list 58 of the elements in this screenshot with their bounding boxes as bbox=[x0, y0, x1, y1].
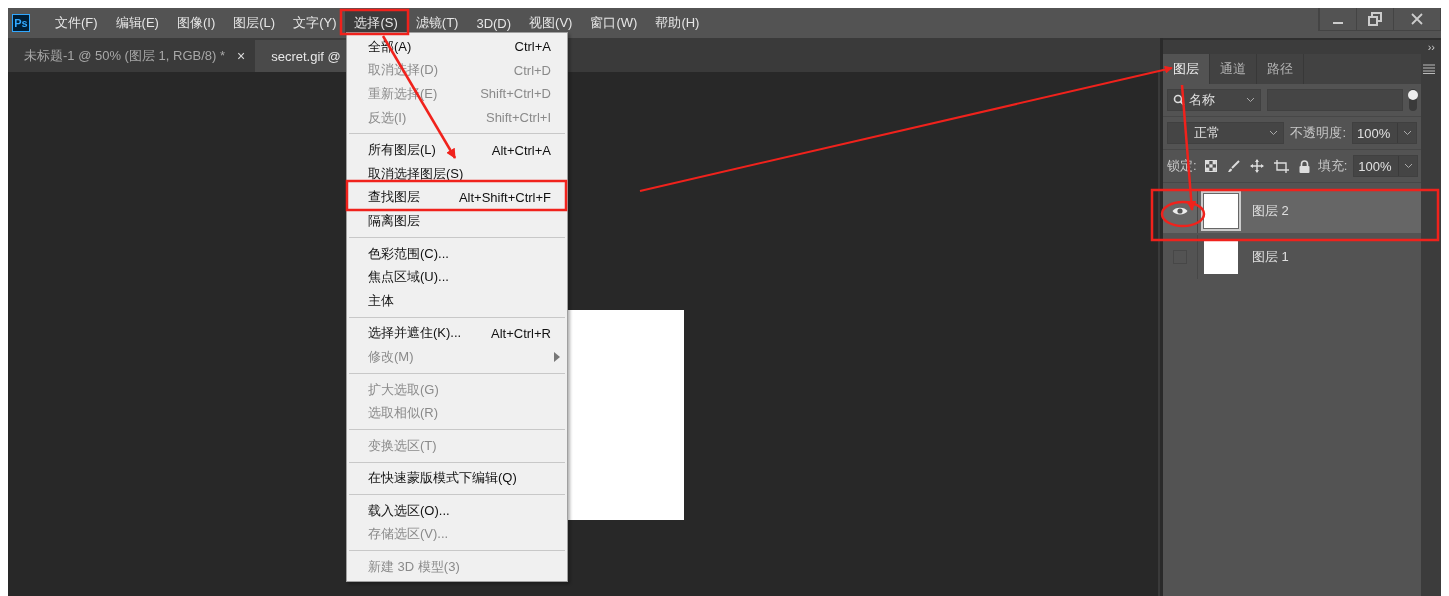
fill-label: 填充: bbox=[1317, 157, 1348, 175]
minimize-icon bbox=[1333, 22, 1343, 24]
menu-option[interactable]: 选择并遮住(K)... Alt+Ctrl+R bbox=[347, 321, 567, 346]
panel-tab[interactable]: 路径 bbox=[1257, 54, 1304, 84]
checkerboard-icon[interactable] bbox=[1204, 160, 1217, 172]
restore-icon bbox=[1368, 12, 1382, 26]
highlight-box bbox=[339, 8, 410, 36]
chevron-icon bbox=[1269, 130, 1279, 136]
collapse-icon[interactable]: ›› bbox=[1427, 41, 1435, 53]
menu-item[interactable]: 窗口(W) bbox=[581, 11, 647, 35]
brush-icon[interactable] bbox=[1226, 159, 1240, 173]
crop-icon[interactable] bbox=[1273, 159, 1289, 173]
menu-item[interactable]: 文字(Y) bbox=[284, 11, 346, 35]
panel-tab[interactable]: 通道 bbox=[1210, 54, 1257, 84]
menu-item[interactable]: 图层(L) bbox=[224, 11, 285, 35]
layer-row[interactable]: 图层 2 bbox=[1163, 189, 1421, 233]
menu-option[interactable]: 焦点区域(U)... bbox=[347, 265, 567, 289]
layer-thumbnail bbox=[1204, 194, 1238, 228]
lock-icon[interactable] bbox=[1298, 159, 1310, 173]
chevron-icon bbox=[1402, 130, 1412, 136]
layer-name: 图层 1 bbox=[1252, 248, 1289, 266]
layer-thumbnail bbox=[1204, 240, 1238, 274]
highlight-circle bbox=[1160, 200, 1206, 228]
opacity-field[interactable]: 100% bbox=[1352, 122, 1417, 144]
menu-item[interactable]: 选择(S) bbox=[345, 11, 407, 35]
filter-toggle[interactable] bbox=[1409, 89, 1417, 111]
menu-item[interactable]: 文件(F) bbox=[46, 11, 107, 35]
panel-tab[interactable]: 图层 bbox=[1163, 54, 1210, 84]
menu-item[interactable]: 视图(V) bbox=[520, 11, 582, 35]
menu-option[interactable]: 载入选区(O)... bbox=[347, 499, 567, 523]
move-icon[interactable] bbox=[1249, 159, 1264, 173]
opacity-label: 不透明度: bbox=[1290, 124, 1346, 142]
menu-option[interactable]: 主体 bbox=[347, 288, 567, 313]
menu-item[interactable]: 编辑(E) bbox=[106, 11, 168, 35]
tab-title: secret.gif @ bbox=[271, 48, 341, 64]
layer-name: 图层 2 bbox=[1252, 202, 1289, 220]
filter-dropdown[interactable]: 名称 bbox=[1167, 89, 1261, 111]
menu-option[interactable]: 在快速蒙版模式下编辑(Q) bbox=[347, 466, 567, 491]
close-icon bbox=[1411, 13, 1423, 25]
menu-option[interactable]: 色彩范围(C)... bbox=[347, 241, 567, 266]
menu-option[interactable]: 隔离图层 bbox=[347, 209, 567, 233]
blend-mode-dropdown[interactable]: 正常 bbox=[1167, 122, 1285, 144]
menu-item[interactable]: 帮助(H) bbox=[646, 11, 709, 35]
menu-item[interactable]: 3D(D) bbox=[467, 12, 521, 34]
menu-option[interactable]: 所有图层(L) Alt+Ctrl+A bbox=[347, 138, 567, 162]
menu-option[interactable]: 查找图层 Alt+Shift+Ctrl+F bbox=[347, 185, 567, 210]
chevron-icon bbox=[1246, 97, 1255, 103]
app-logo: Ps bbox=[12, 14, 30, 32]
menu-item[interactable]: 图像(I) bbox=[167, 11, 225, 35]
tab-title: 未标题-1 @ 50% (图层 1, RGB/8) * bbox=[24, 47, 226, 65]
fill-field[interactable]: 100% bbox=[1353, 155, 1419, 177]
menu-icon[interactable] bbox=[1423, 64, 1435, 74]
search-icon bbox=[1173, 94, 1185, 106]
menu-item[interactable]: 滤镜(T) bbox=[406, 11, 468, 35]
eye-icon[interactable] bbox=[1172, 206, 1188, 216]
chevron-icon bbox=[1403, 163, 1413, 169]
close-icon[interactable]: × bbox=[237, 48, 246, 64]
submenu-arrow-icon bbox=[554, 351, 560, 362]
